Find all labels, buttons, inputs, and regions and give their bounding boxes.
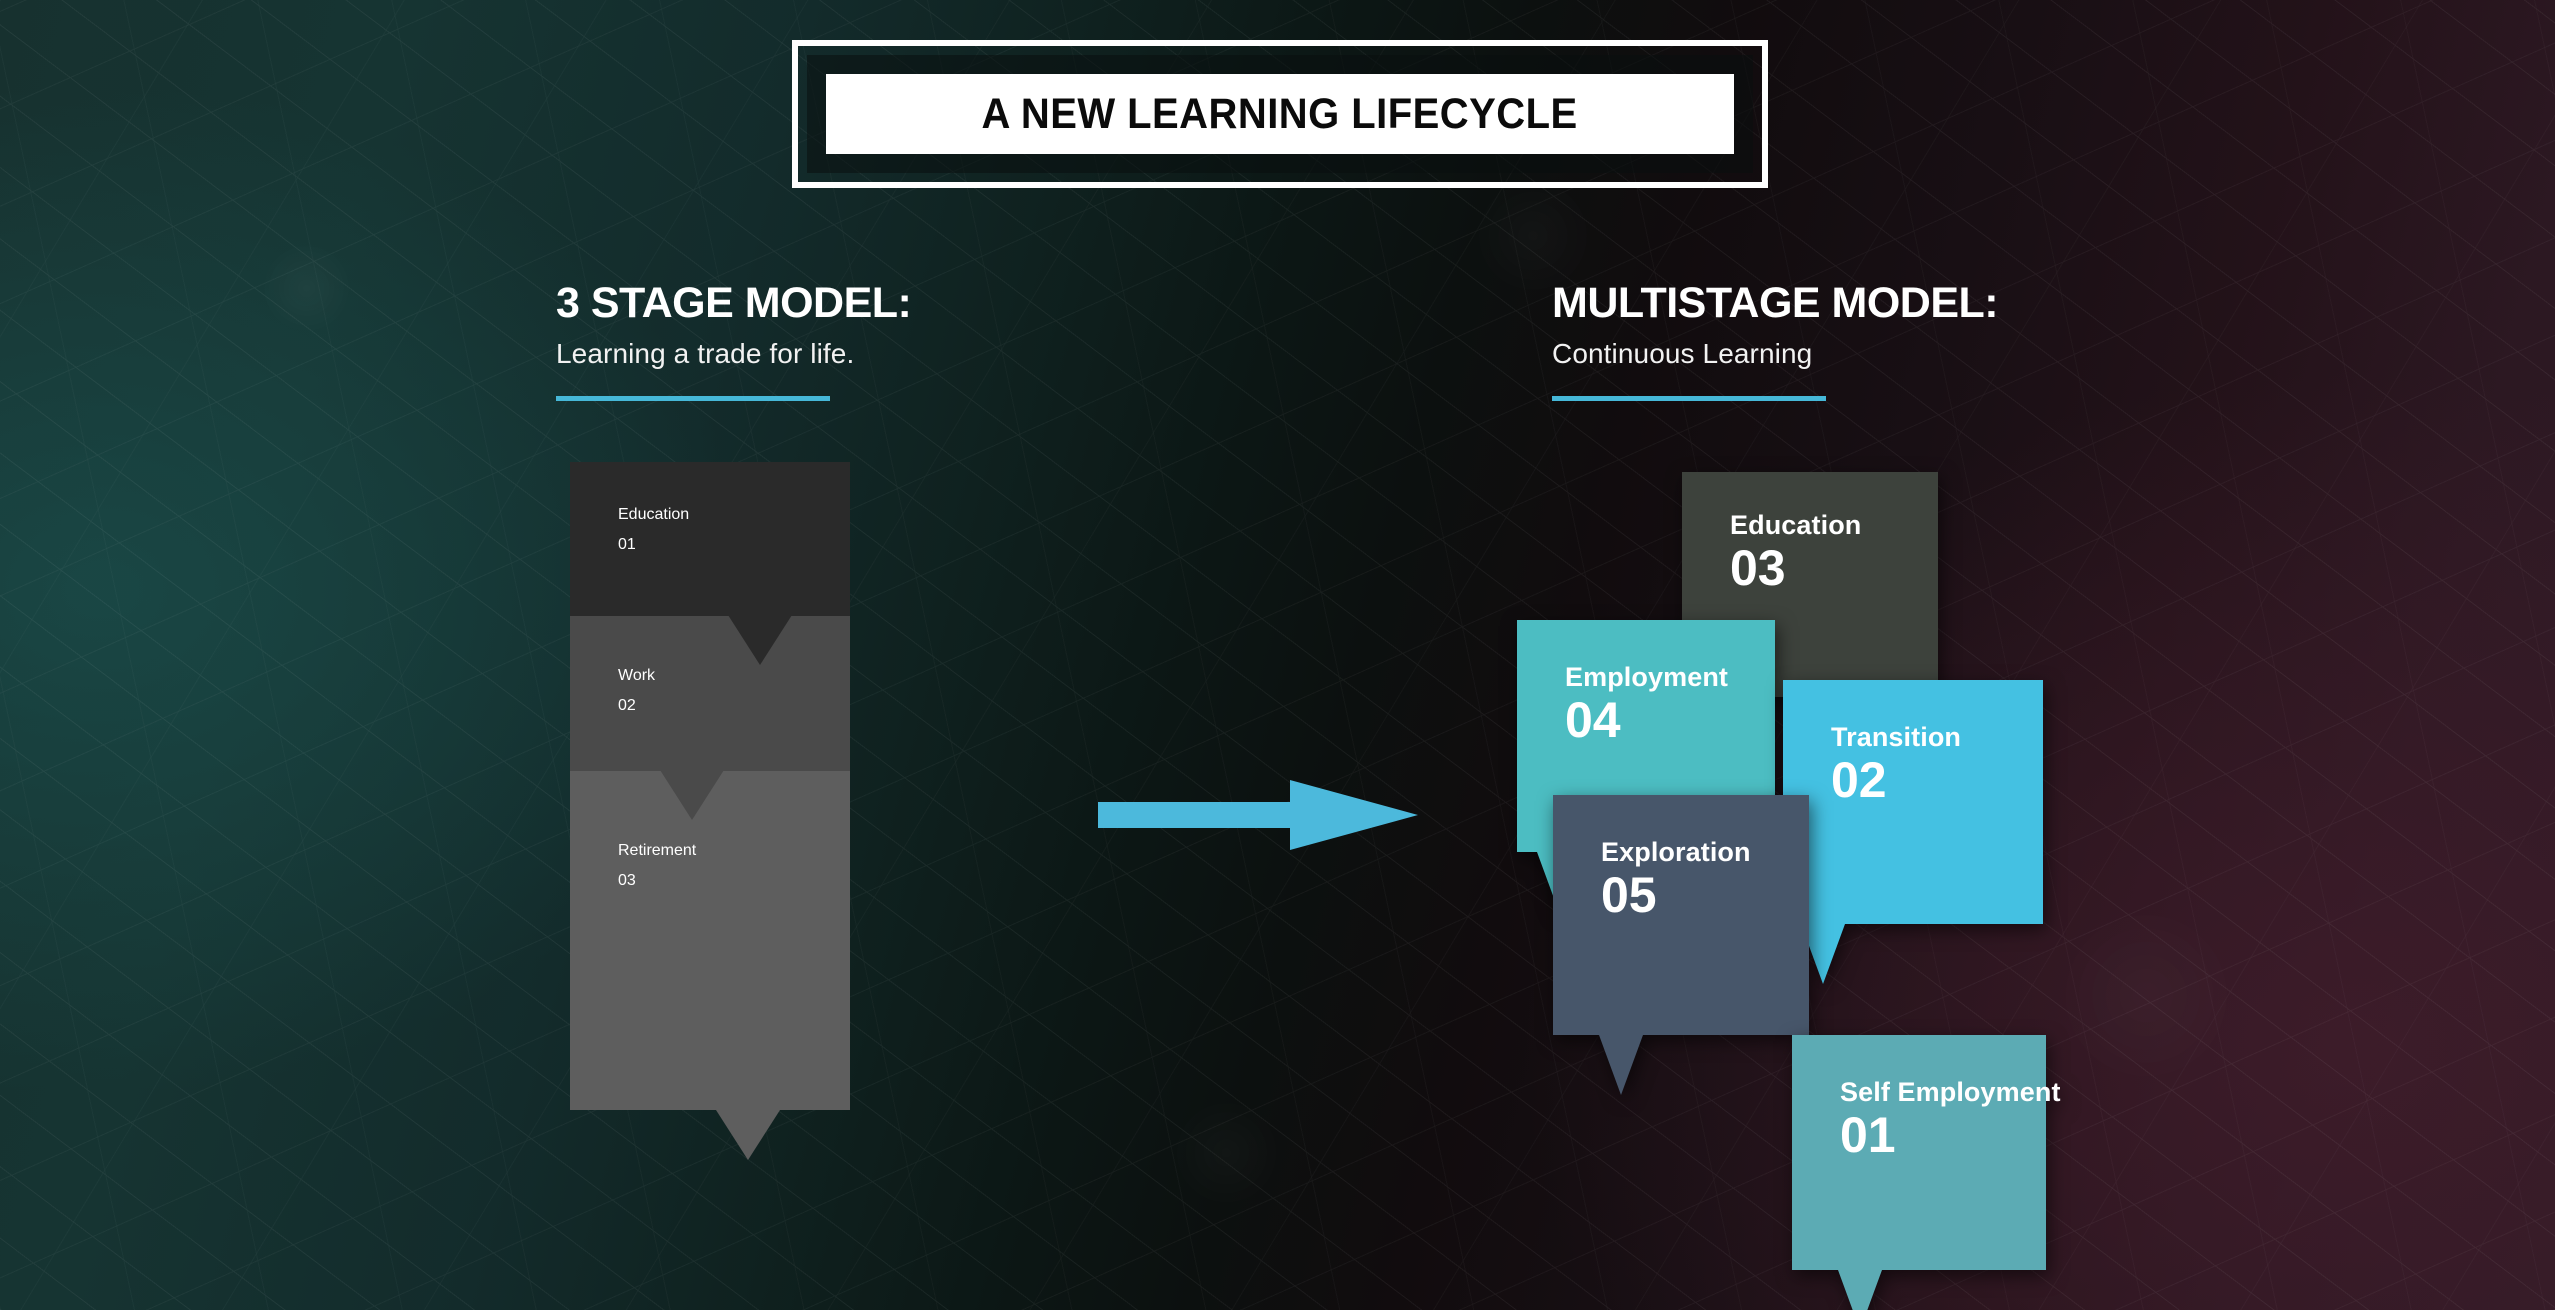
multistage-card-employment-number: 04 [1565, 692, 1621, 748]
multistage-card-self-employment[interactable]: Self Employment 01 [1792, 1035, 2060, 1310]
stage-card-retirement-number: 03 [618, 872, 636, 889]
stage-card-education-tail [728, 615, 792, 665]
left-column-underline [556, 396, 830, 402]
stage-card-education[interactable]: Education 01 [570, 462, 850, 616]
stage-card-retirement-label: Retirement [618, 842, 697, 859]
multistage-card-exploration-number: 05 [1601, 867, 1657, 923]
multistage-card-exploration-label: Exploration [1601, 837, 1751, 867]
multistage-card-transition-label: Transition [1831, 722, 1962, 752]
right-column-underline [1552, 396, 1826, 402]
stage-card-work[interactable]: Work 02 [570, 615, 850, 771]
multistage-card-education-label: Education [1730, 510, 1862, 540]
stage-card-education-label: Education [618, 506, 690, 523]
right-column-header: MULTISTAGE MODEL: Continuous Learning [1552, 279, 1999, 402]
multistage-card-transition-number: 02 [1831, 752, 1887, 808]
background-texture-lines [0, 0, 2555, 1310]
left-column-subheading: Learning a trade for life. [556, 338, 855, 370]
stage-card-work-label: Work [618, 667, 656, 684]
right-arrow-icon [1098, 780, 1418, 855]
left-column-heading: 3 STAGE MODEL: [556, 279, 912, 327]
right-column-subheading: Continuous Learning [1552, 338, 1813, 370]
multistage-card-education-number: 03 [1730, 540, 1786, 596]
multistage-card-employment-label: Employment [1565, 662, 1729, 692]
slide-canvas: A NEW LEARNING LIFECYCLE 3 STAGE MODEL: … [0, 0, 2555, 1310]
multistage-card-self-employment-label: Self Employment [1840, 1077, 2061, 1107]
stage-card-retirement-tail [716, 1110, 780, 1160]
stage-card-retirement[interactable]: Retirement 03 [570, 770, 850, 1110]
stage-card-education-number: 01 [618, 536, 636, 553]
multistage-card-transition[interactable]: Transition 02 [1783, 680, 2043, 984]
left-column-header: 3 STAGE MODEL: Learning a trade for life… [556, 279, 912, 402]
title-banner-plate: A NEW LEARNING LIFECYCLE [826, 74, 1734, 154]
stage-card-work-number: 02 [618, 697, 636, 714]
multistage-card-exploration[interactable]: Exploration 05 [1553, 795, 1809, 1095]
multistage-card-self-employment-number: 01 [1840, 1107, 1896, 1163]
right-column-heading: MULTISTAGE MODEL: [1552, 279, 1999, 327]
title-banner: A NEW LEARNING LIFECYCLE [792, 40, 1768, 188]
background-texture-blobs [0, 0, 2555, 1310]
stage-card-work-tail [660, 770, 724, 820]
page-title: A NEW LEARNING LIFECYCLE [981, 89, 1579, 138]
